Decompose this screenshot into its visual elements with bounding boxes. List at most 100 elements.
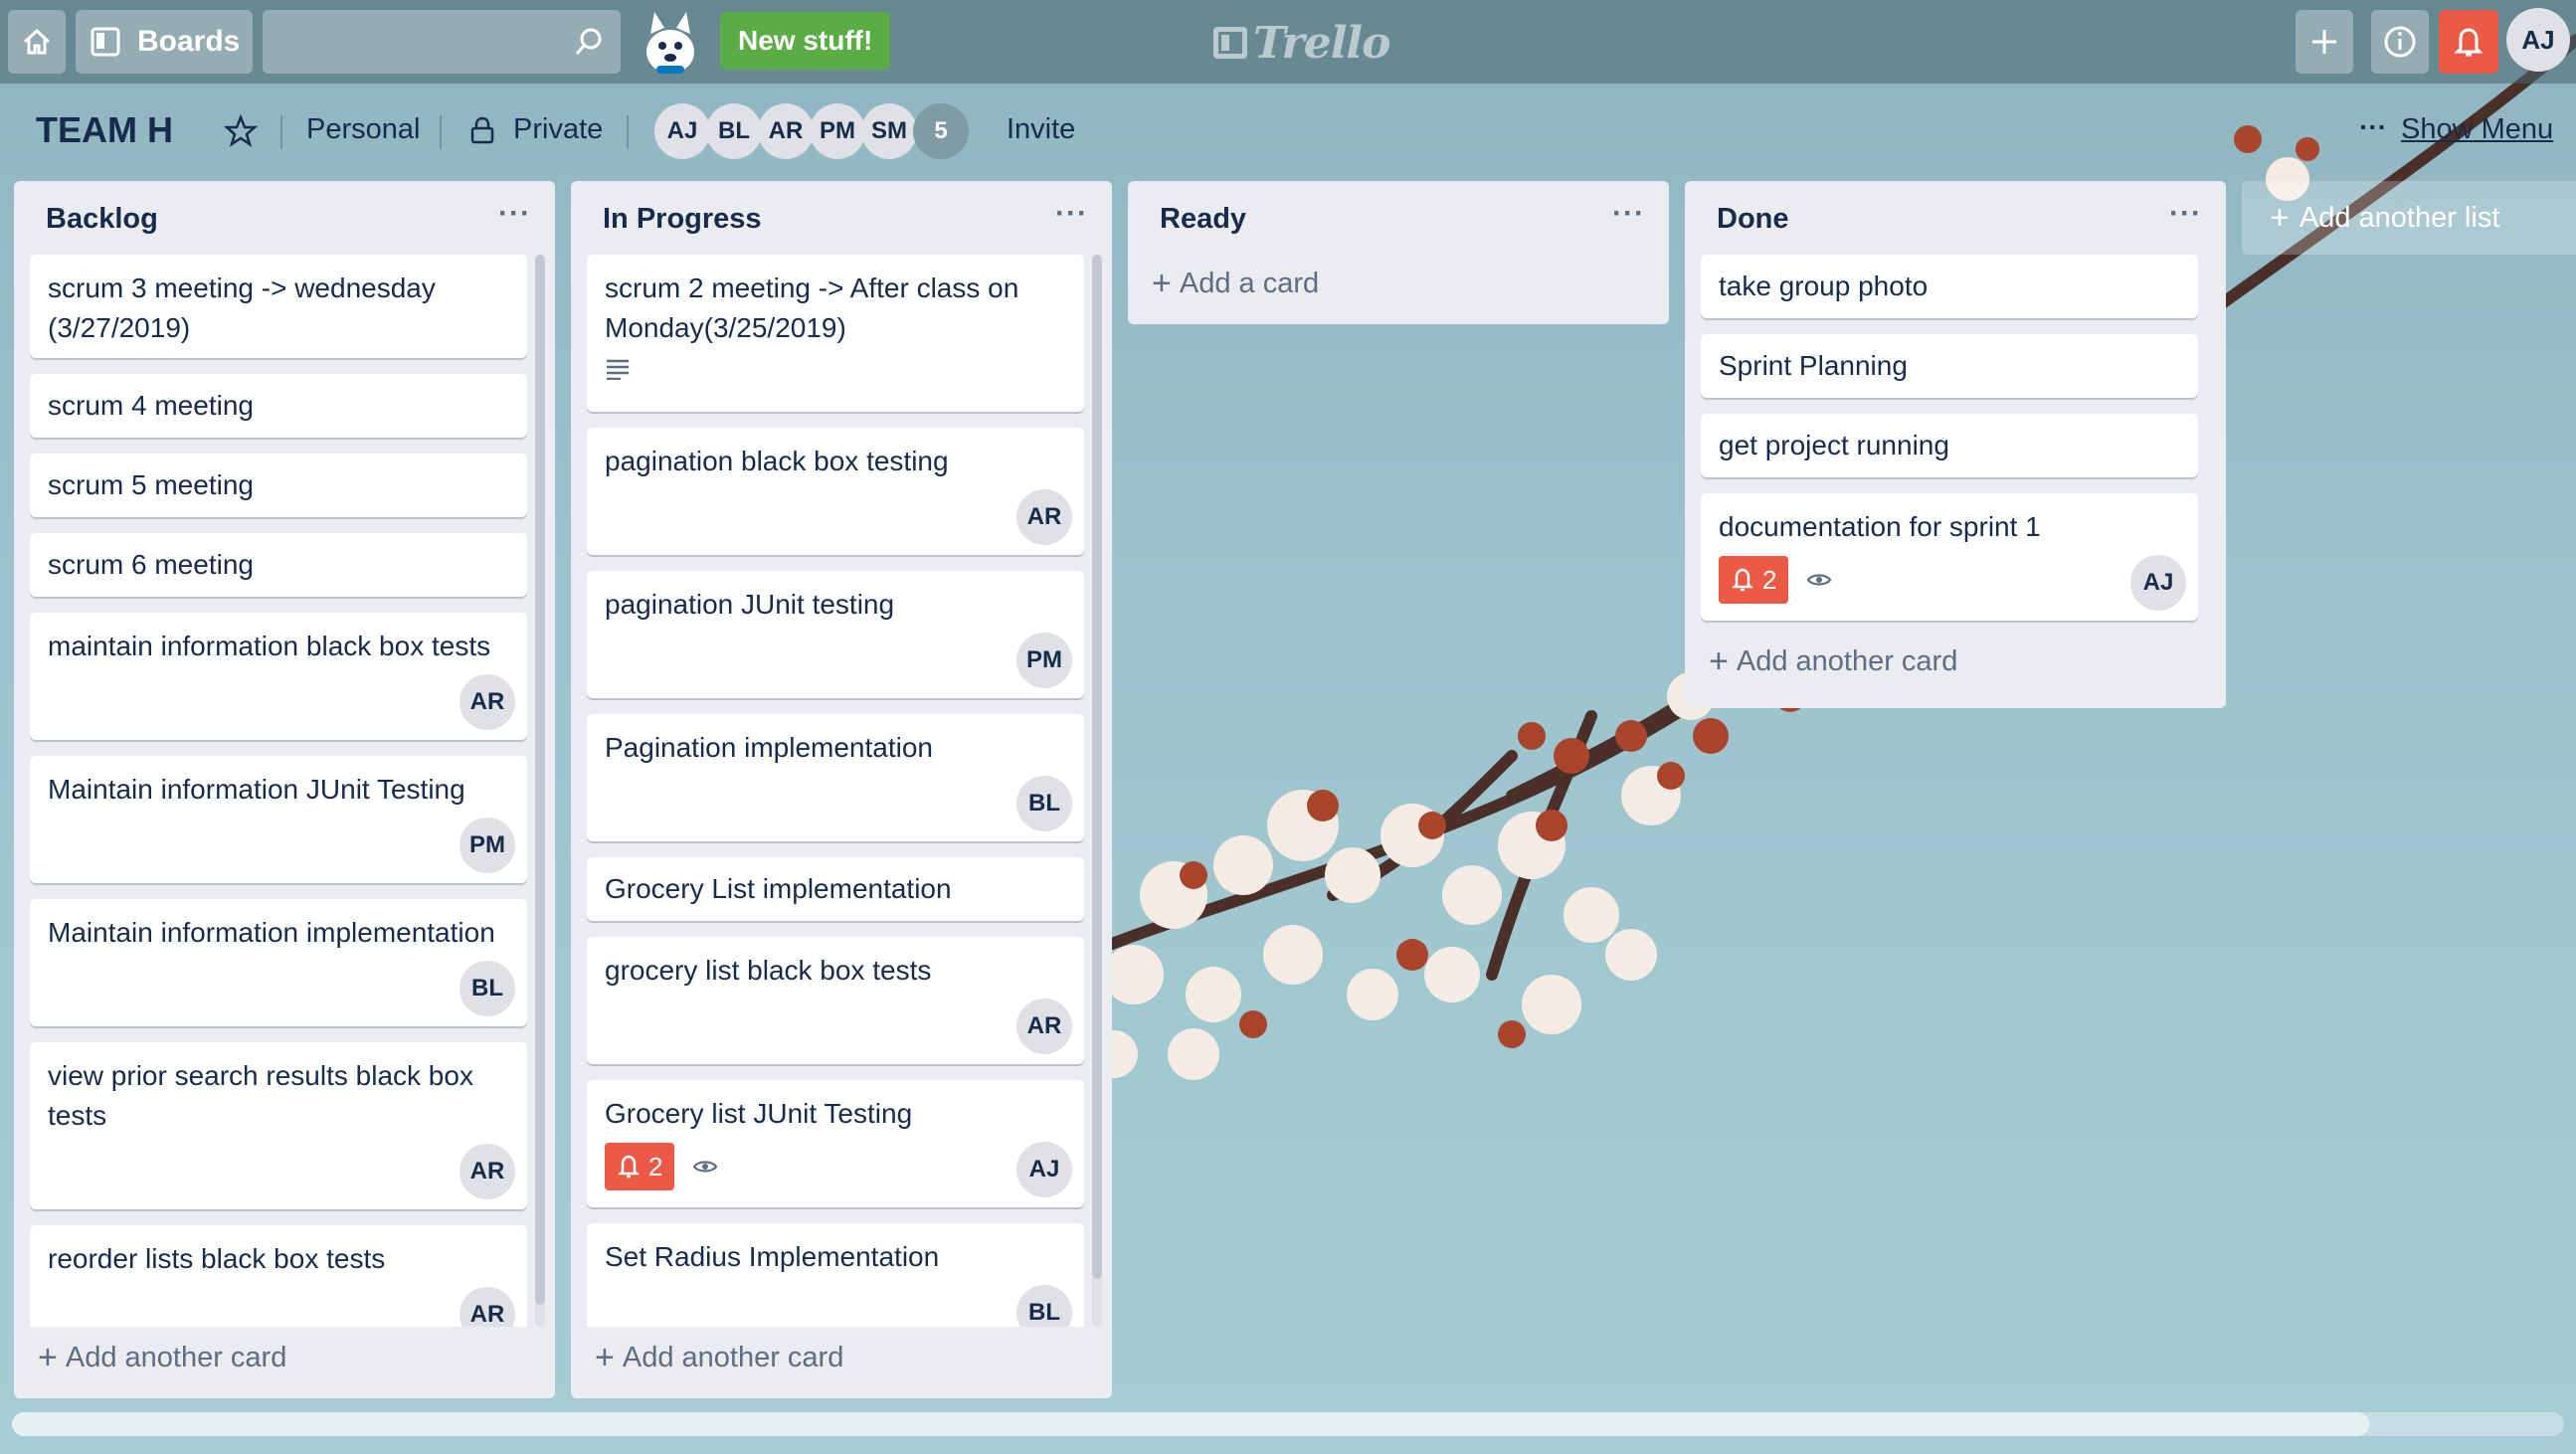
board-horizontal-scrollbar[interactable]: [12, 1412, 2564, 1436]
card-badges: 2: [605, 1142, 1066, 1191]
user-avatar[interactable]: AJ: [2506, 8, 2570, 72]
list-title[interactable]: Ready: [1160, 203, 1246, 236]
card[interactable]: Set Radius Implementation BL: [587, 1223, 1084, 1327]
due-badge[interactable]: 2: [1719, 556, 1789, 604]
add-card-button[interactable]: + Add another card: [38, 1341, 286, 1374]
member-avatar[interactable]: BL: [706, 103, 762, 159]
card-member-avatar[interactable]: BL: [1016, 776, 1072, 831]
card-member-avatar[interactable]: BL: [1016, 1285, 1072, 1327]
list-menu-icon[interactable]: ···: [2169, 197, 2202, 231]
trello-logo[interactable]: Trello: [1213, 17, 1390, 69]
add-card-button[interactable]: + Add another card: [595, 1341, 843, 1374]
card[interactable]: Grocery List implementation: [587, 857, 1084, 921]
member-avatar[interactable]: PM: [810, 103, 865, 159]
card[interactable]: scrum 3 meeting -> wednesday (3/27/2019): [30, 255, 527, 358]
card[interactable]: Grocery list JUnit Testing 2 AJ: [587, 1080, 1084, 1207]
member-avatar[interactable]: AR: [758, 103, 814, 159]
card-member-avatar[interactable]: AR: [460, 1287, 515, 1327]
board-scrollbar-thumb[interactable]: [12, 1412, 2369, 1436]
add-list-button[interactable]: + Add another list: [2242, 181, 2576, 255]
card[interactable]: grocery list black box tests AR: [587, 937, 1084, 1064]
list-scrollbar-thumb[interactable]: [1092, 255, 1102, 1279]
logo-text: Trello: [1253, 17, 1390, 69]
search-box[interactable]: [263, 10, 621, 74]
create-button[interactable]: [2296, 10, 2353, 74]
card[interactable]: view prior search results black box test…: [30, 1042, 527, 1209]
card-title: scrum 4 meeting: [48, 390, 254, 421]
team-button[interactable]: Personal: [306, 113, 420, 146]
list-title[interactable]: In Progress: [603, 203, 762, 236]
board-title[interactable]: TEAM H: [36, 109, 173, 151]
plus-icon: +: [2270, 198, 2290, 237]
notifications-button[interactable]: [2439, 10, 2498, 74]
menu-dots-icon[interactable]: ···: [2359, 111, 2387, 143]
info-button[interactable]: [2371, 10, 2429, 74]
new-stuff-button[interactable]: New stuff!: [720, 12, 891, 70]
card-member-avatar[interactable]: AJ: [1016, 1142, 1072, 1197]
add-card-button[interactable]: + Add another card: [1709, 644, 1957, 678]
card[interactable]: pagination JUnit testing PM: [587, 571, 1084, 698]
card-title: scrum 2 meeting -> After class on Monday…: [605, 273, 1019, 343]
due-count: 2: [648, 1151, 663, 1181]
card-member-avatar[interactable]: AJ: [2130, 555, 2186, 611]
list-title[interactable]: Backlog: [46, 203, 158, 236]
list-backlog: Backlog ··· scrum 3 meeting -> wednesday…: [14, 181, 555, 1398]
new-stuff-label: New stuff!: [738, 25, 873, 56]
home-button[interactable]: [8, 10, 66, 74]
board-header: TEAM H Personal Private AJ BL AR PM SM 5…: [0, 99, 2576, 165]
card-title: grocery list black box tests: [605, 955, 932, 986]
card-member-avatar[interactable]: PM: [1016, 633, 1072, 688]
card[interactable]: scrum 6 meeting: [30, 533, 527, 597]
card[interactable]: Maintain information implementation BL: [30, 899, 527, 1026]
card[interactable]: Maintain information JUnit Testing PM: [30, 756, 527, 883]
list-menu-icon[interactable]: ···: [1055, 197, 1088, 231]
card-title: get project running: [1719, 430, 1949, 460]
list-in-progress: In Progress ··· scrum 2 meeting -> After…: [571, 181, 1112, 1398]
card-title: maintain information black box tests: [48, 631, 491, 661]
card[interactable]: take group photo: [1701, 255, 2198, 318]
card[interactable]: scrum 2 meeting -> After class on Monday…: [587, 255, 1084, 412]
member-avatar[interactable]: SM: [861, 103, 917, 159]
card-member-avatar[interactable]: AR: [1016, 999, 1072, 1054]
list-header: Done ···: [1685, 181, 2226, 255]
plus-icon: +: [1709, 642, 1729, 680]
card-member-avatar[interactable]: BL: [460, 961, 515, 1016]
card[interactable]: reorder lists black box tests AR: [30, 1225, 527, 1327]
card-title: Sprint Planning: [1719, 350, 1908, 381]
info-icon: [2384, 26, 2416, 58]
list-menu-icon[interactable]: ···: [498, 197, 531, 231]
list-title[interactable]: Done: [1717, 203, 1789, 236]
visibility-button[interactable]: Private: [513, 113, 603, 146]
card-title: Maintain information implementation: [48, 917, 495, 948]
search-input[interactable]: [263, 10, 593, 74]
card-member-avatar[interactable]: AR: [460, 674, 515, 730]
card-member-avatar[interactable]: AR: [460, 1144, 515, 1199]
card[interactable]: Pagination implementation BL: [587, 714, 1084, 841]
card-title: take group photo: [1719, 271, 1929, 301]
show-menu-button[interactable]: Show Menu: [2401, 113, 2553, 146]
list-menu-icon[interactable]: ···: [1612, 197, 1645, 231]
list-scrollbar[interactable]: [1092, 255, 1102, 1327]
card[interactable]: scrum 4 meeting: [30, 374, 527, 438]
invite-button[interactable]: Invite: [1007, 113, 1075, 146]
card[interactable]: documentation for sprint 1 2 AJ: [1701, 493, 2198, 621]
watch-eye-icon: [1807, 574, 1832, 586]
add-card-button[interactable]: + Add a card: [1152, 267, 1319, 300]
card-member-avatar[interactable]: PM: [460, 818, 515, 873]
card[interactable]: scrum 5 meeting: [30, 454, 527, 517]
member-avatar[interactable]: AJ: [654, 103, 710, 159]
star-icon[interactable]: [223, 113, 259, 149]
card[interactable]: Sprint Planning: [1701, 334, 2198, 398]
card[interactable]: maintain information black box tests AR: [30, 613, 527, 740]
card-title: pagination JUnit testing: [605, 589, 895, 620]
due-badge[interactable]: 2: [605, 1143, 675, 1190]
card[interactable]: get project running: [1701, 414, 2198, 477]
card[interactable]: pagination black box testing AR: [587, 428, 1084, 555]
boards-button[interactable]: Boards: [76, 10, 253, 74]
card-member-avatar[interactable]: AR: [1016, 489, 1072, 545]
mascot-icon[interactable]: [637, 8, 704, 80]
search-icon[interactable]: [573, 26, 605, 58]
list-scrollbar[interactable]: [535, 255, 545, 1327]
list-scrollbar-thumb[interactable]: [535, 255, 545, 1305]
member-overflow-count[interactable]: 5: [913, 103, 969, 159]
